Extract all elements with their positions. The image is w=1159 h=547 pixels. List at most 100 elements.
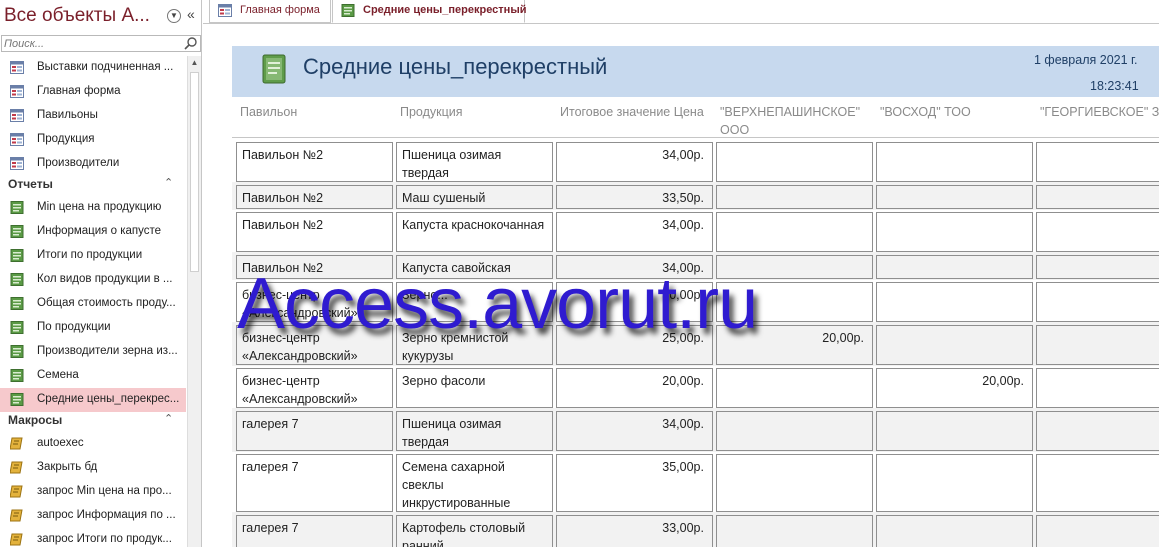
cell-voskhod (876, 411, 1033, 451)
nav-item-label: Главная форма (37, 85, 121, 97)
report-icon (10, 321, 24, 334)
nav-item-form[interactable]: Выставки подчиненная ... (0, 56, 186, 80)
cell-pavilion: галерея 7 (236, 515, 393, 547)
nav-item-report[interactable]: Семена (0, 364, 186, 388)
scroll-thumb[interactable] (190, 72, 199, 272)
cell-verkhnepashinskoe (716, 411, 873, 451)
nav-item-macro[interactable]: запрос Информация по ... (0, 504, 186, 528)
cell-total: 35,00р. (556, 454, 713, 512)
nav-item-form[interactable]: Продукция (0, 128, 186, 152)
cell-product: Маш сушеный (396, 185, 553, 209)
column-header-pavilion: Павильон (240, 105, 298, 119)
cell-verkhnepashinskoe (716, 454, 873, 512)
cell-total: 34,00р. (556, 411, 713, 451)
nav-item-label: Min цена на продукцию (37, 201, 162, 213)
report-icon (262, 54, 286, 84)
chevron-down-icon[interactable]: ▼ (167, 9, 181, 23)
nav-group-label: Макросы (8, 413, 63, 427)
document-tabs: Главная форма Средние цены_перекрестный (203, 0, 1159, 24)
column-header-total: Итоговое значение Цена (560, 105, 704, 119)
nav-item-report[interactable]: Информация о капусте (0, 220, 186, 244)
cell-verkhnepashinskoe (716, 368, 873, 408)
cell-voskhod (876, 282, 1033, 322)
search-input[interactable] (4, 36, 180, 51)
report-icon (341, 4, 355, 17)
report-icon (10, 225, 24, 238)
form-icon (218, 4, 232, 17)
nav-item-form[interactable]: Производители (0, 152, 186, 176)
cell-verkhnepashinskoe (716, 142, 873, 182)
scroll-up-icon[interactable]: ▲ (188, 56, 201, 70)
nav-item-report[interactable]: Производители зерна из... (0, 340, 186, 364)
nav-item-label: Итоги по продукции (37, 249, 143, 261)
cell-verkhnepashinskoe (716, 212, 873, 252)
cell-product: Капуста краснокочанная (396, 212, 553, 252)
nav-item-report[interactable]: По продукции (0, 316, 186, 340)
nav-search-box (1, 35, 201, 52)
cell-product: Картофель столовый ранний (396, 515, 553, 547)
cell-verkhnepashinskoe (716, 515, 873, 547)
tab-average-prices[interactable]: Средние цены_перекрестный (332, 0, 527, 23)
report-icon (10, 273, 24, 286)
nav-item-label: Информация о капусте (37, 225, 162, 237)
header-divider (232, 137, 1159, 138)
nav-group-macros[interactable]: Макросы ⌃ (0, 410, 186, 430)
cell-voskhod (876, 454, 1033, 512)
tab-main-form[interactable]: Главная форма (209, 0, 331, 23)
nav-item-label: Производители (37, 157, 120, 169)
cell-georgievskoe (1036, 454, 1159, 512)
cell-voskhod (876, 212, 1033, 252)
nav-title[interactable]: Все объекты А... (4, 5, 150, 27)
cell-pavilion: Павильон №2 (236, 142, 393, 182)
cell-total: 33,50р. (556, 185, 713, 209)
nav-item-label: По продукции (37, 321, 111, 333)
tab-label: Главная форма (240, 4, 320, 16)
column-header-product: Продукция (400, 105, 463, 119)
cell-total: 33,00р. (556, 515, 713, 547)
cell-voskhod (876, 185, 1033, 209)
form-icon (10, 109, 24, 122)
cell-voskhod (876, 325, 1033, 365)
nav-item-form[interactable]: Павильоны (0, 104, 186, 128)
nav-scrollbar[interactable]: ▲ (187, 56, 201, 547)
column-header-voskhod: "ВОСХОД" ТОО (880, 105, 971, 119)
chevron-up-icon[interactable]: ⌃ (164, 176, 173, 189)
nav-item-label: Семена (37, 369, 79, 381)
report-icon (10, 297, 24, 310)
cell-verkhnepashinskoe (716, 185, 873, 209)
cell-voskhod (876, 142, 1033, 182)
nav-item-macro[interactable]: Закрыть бд (0, 456, 186, 480)
nav-group-reports[interactable]: Отчеты ⌃ (0, 174, 186, 194)
nav-item-report[interactable]: Общая стоимость проду... (0, 292, 186, 316)
macro-icon (9, 509, 24, 522)
report-icon (10, 249, 24, 262)
cell-product: Зерно фасоли (396, 368, 553, 408)
nav-item-report[interactable]: Итоги по продукции (0, 244, 186, 268)
chevron-up-icon[interactable]: ⌃ (164, 412, 173, 425)
nav-item-label: Средние цены_перекрес... (37, 393, 180, 405)
form-icon (10, 157, 24, 170)
cell-georgievskoe: 30, (1036, 325, 1159, 365)
nav-item-label: Павильоны (37, 109, 98, 121)
collapse-pane-icon[interactable]: « (187, 6, 195, 22)
nav-item-report[interactable]: Средние цены_перекрес... (0, 388, 186, 412)
search-icon[interactable] (183, 36, 199, 51)
cell-voskhod (876, 255, 1033, 279)
nav-item-label: запрос Итоги по продук... (37, 533, 172, 545)
report-title: Средние цены_перекрестный (303, 54, 608, 79)
nav-header: Все объекты А... ▼ « (0, 0, 202, 34)
macro-icon (9, 485, 24, 498)
navigation-pane: Все объекты А... ▼ « Выставки подчиненна… (0, 0, 202, 547)
nav-item-report[interactable]: Кол видов продукции в ... (0, 268, 186, 292)
cell-georgievskoe (1036, 411, 1159, 451)
cell-pavilion: галерея 7 (236, 411, 393, 451)
nav-item-report[interactable]: Min цена на продукцию (0, 196, 186, 220)
report-icon (10, 369, 24, 382)
nav-item-macro[interactable]: запрос Итоги по продук... (0, 528, 186, 547)
nav-item-macro[interactable]: запрос Min цена на про... (0, 480, 186, 504)
nav-item-label: запрос Информация по ... (37, 509, 176, 521)
nav-item-form[interactable]: Главная форма (0, 80, 186, 104)
report-date: 1 февраля 2021 г. (1034, 53, 1138, 67)
tab-label: Средние цены_перекрестный (363, 4, 527, 16)
nav-item-macro[interactable]: autoexec (0, 432, 186, 456)
